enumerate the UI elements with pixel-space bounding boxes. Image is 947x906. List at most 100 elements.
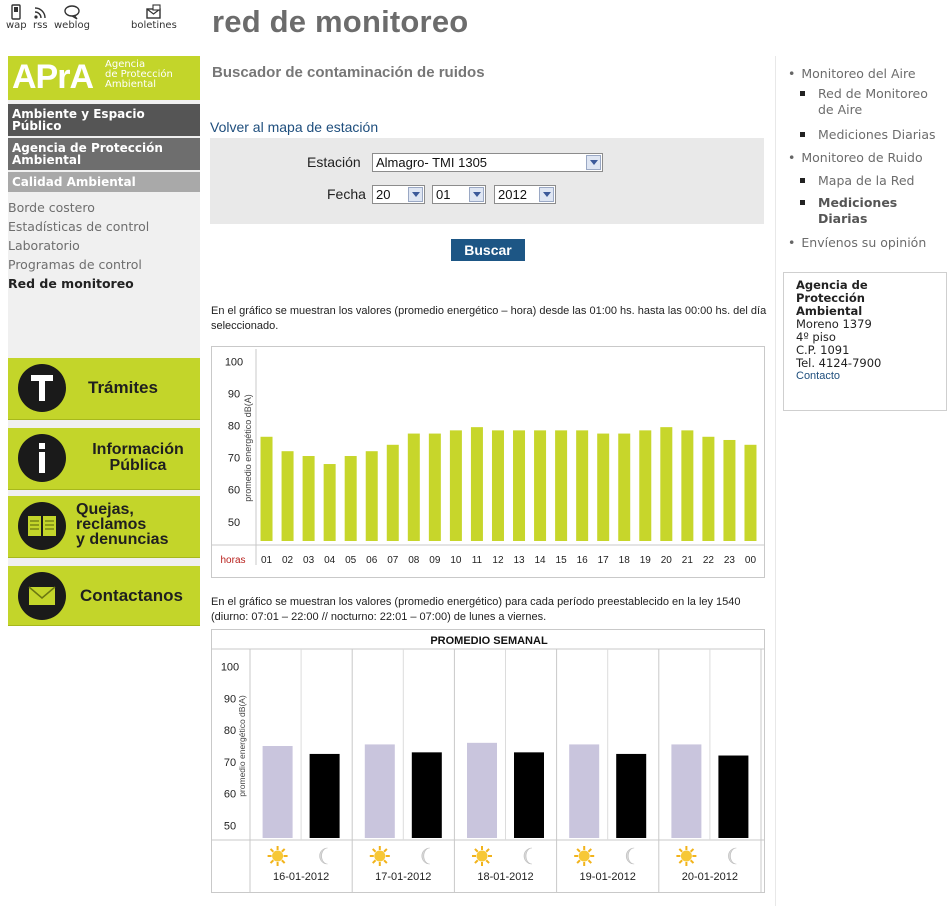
tramites-button[interactable]: Trámites <box>8 358 200 420</box>
search-button[interactable]: Buscar <box>451 239 525 261</box>
nav-red-monitoreo-aire-line-2: de Aire <box>818 102 863 117</box>
nav-red-monitoreo-aire[interactable]: Red de Monitoreo de Aire <box>800 86 928 118</box>
bar-diurno-20-01-2012 <box>671 744 702 838</box>
bar-hour-21 <box>681 430 694 541</box>
chevron-down-icon <box>586 155 601 170</box>
x-tick-label: 13 <box>513 555 525 566</box>
nav-section-calidad[interactable]: Calidad Ambiental <box>8 172 200 192</box>
logo-line-3: Ambiental <box>105 79 157 90</box>
quejas-button[interactable]: Quejas, reclamos y denuncias <box>8 496 200 558</box>
bar-hour-07 <box>386 444 399 541</box>
year-select-value: 2012 <box>498 187 527 202</box>
info-label: Información Pública <box>78 442 198 474</box>
y-tick-label: 70 <box>224 757 236 769</box>
bar-hour-19 <box>639 430 652 541</box>
date-label: 16-01-2012 <box>273 871 329 883</box>
wap-link[interactable]: wap <box>6 4 27 31</box>
envelope-icon <box>18 572 66 620</box>
chart-title: PROMEDIO SEMANAL <box>430 635 548 647</box>
x-tick-label: 06 <box>366 555 378 566</box>
bar-hour-20 <box>660 427 673 541</box>
wap-label: wap <box>6 20 27 31</box>
search-form: Estación Almagro- TMI 1305 Fecha 20 01 2… <box>210 138 764 224</box>
weblog-link[interactable]: weblog <box>54 4 90 31</box>
y-tick-label: 50 <box>228 517 240 529</box>
weekly-average-chart: PROMEDIO SEMANAL 50 60 70 80 90 100 promedio en… <box>211 629 765 893</box>
rss-link[interactable]: rss <box>33 4 48 31</box>
contact-phone: Tel. 4124-7900 <box>796 356 882 370</box>
boletines-link[interactable]: boletines <box>131 4 177 31</box>
subnav-estadisticas[interactable]: Estadísticas de control <box>8 217 200 236</box>
sun-icon <box>574 846 595 866</box>
bar-diurno-16-01-2012 <box>262 746 293 838</box>
sun-icon <box>369 846 390 866</box>
sun-icon <box>471 846 492 866</box>
back-to-map-link[interactable]: Volver al mapa de estación <box>210 119 378 135</box>
nav-monitoreo-ruido[interactable]: Monitoreo de Ruido <box>788 150 922 165</box>
nav-mediciones-ruido-line-1: Mediciones <box>818 195 898 210</box>
nav-mediciones-ruido-line-2: Diarias <box>818 211 868 226</box>
nav-mediciones-ruido[interactable]: Mediciones Diarias <box>800 195 897 227</box>
bar-hour-22 <box>702 436 715 541</box>
x-tick-label: 22 <box>703 555 715 566</box>
info-label-line-2: Pública <box>109 457 167 474</box>
y-tick-label: 80 <box>228 421 240 433</box>
apra-logo[interactable]: APrA Agencia de Protección Ambiental <box>8 56 200 100</box>
x-tick-label: 16 <box>577 555 589 566</box>
x-tick-label: 23 <box>724 555 736 566</box>
nav-mediciones-aire[interactable]: Mediciones Diarias <box>800 127 936 143</box>
chevron-down-icon <box>408 187 423 202</box>
x-tick-label: 18 <box>619 555 631 566</box>
moon-icon <box>523 847 533 865</box>
station-select[interactable]: Almagro- TMI 1305 <box>372 153 603 172</box>
moon-icon <box>728 847 737 865</box>
x-tick-label: 21 <box>682 555 694 566</box>
day-select-value: 20 <box>376 187 391 202</box>
informacion-publica-button[interactable]: Información Pública <box>8 428 200 490</box>
bar-hour-16 <box>576 430 589 541</box>
bar-hour-05 <box>344 456 357 541</box>
bar-hour-04 <box>323 464 336 541</box>
moon-icon <box>625 847 635 865</box>
nav-monitoreo-aire[interactable]: Monitoreo del Aire <box>788 66 915 81</box>
chevron-down-icon <box>539 187 554 202</box>
tramites-label: Trámites <box>88 378 158 397</box>
station-select-value: Almagro- TMI 1305 <box>376 155 488 170</box>
bar-hour-08 <box>407 433 420 541</box>
bar-nocturno-18-01-2012 <box>514 752 545 838</box>
nav-opinion[interactable]: Envíenos su opinión <box>788 235 926 250</box>
nav-section-agencia[interactable]: Agencia de Protección Ambiental <box>8 138 200 170</box>
date-label: 19-01-2012 <box>580 871 636 883</box>
bar-hour-02 <box>281 451 294 541</box>
day-select[interactable]: 20 <box>372 185 425 204</box>
subnav-programas[interactable]: Programas de control <box>8 255 200 274</box>
sub-navigation: Borde costero Estadísticas de control La… <box>8 198 200 293</box>
x-tick-label: 14 <box>535 555 547 566</box>
bar-diurno-19-01-2012 <box>569 744 600 838</box>
x-tick-label: 15 <box>556 555 568 566</box>
x-tick-label: 00 <box>745 555 757 566</box>
bar-nocturno-17-01-2012 <box>411 752 442 838</box>
x-tick-label: 08 <box>408 555 420 566</box>
contact-link[interactable]: Contacto <box>796 370 946 383</box>
rss-label: rss <box>33 20 48 31</box>
subnav-borde-costero[interactable]: Borde costero <box>8 198 200 217</box>
open-book-icon <box>18 502 66 550</box>
bar-hour-14 <box>534 430 547 541</box>
year-select[interactable]: 2012 <box>494 185 556 204</box>
subnav-red-monitoreo[interactable]: Red de monitoreo <box>8 274 200 293</box>
contactanos-button[interactable]: Contactanos <box>8 566 200 626</box>
date-label: 20-01-2012 <box>682 871 738 883</box>
subnav-laboratorio[interactable]: Laboratorio <box>8 236 200 255</box>
y-tick-label: 100 <box>221 662 239 674</box>
nav-section-ambiente[interactable]: Ambiente y Espacio Público <box>8 104 200 136</box>
nav-mediciones-aire-label: Mediciones Diarias <box>818 127 936 142</box>
month-select[interactable]: 01 <box>432 185 486 204</box>
y-tick-label: 60 <box>224 789 236 801</box>
bar-diurno-18-01-2012 <box>466 742 497 838</box>
bar-hour-11 <box>470 427 483 541</box>
nav-mapa-red[interactable]: Mapa de la Red <box>800 173 914 189</box>
utility-links: wap rss weblog boletines <box>6 4 206 48</box>
logo-brand: APrA <box>12 58 94 96</box>
left-sidebar: APrA Agencia de Protección Ambiental Amb… <box>8 56 200 626</box>
